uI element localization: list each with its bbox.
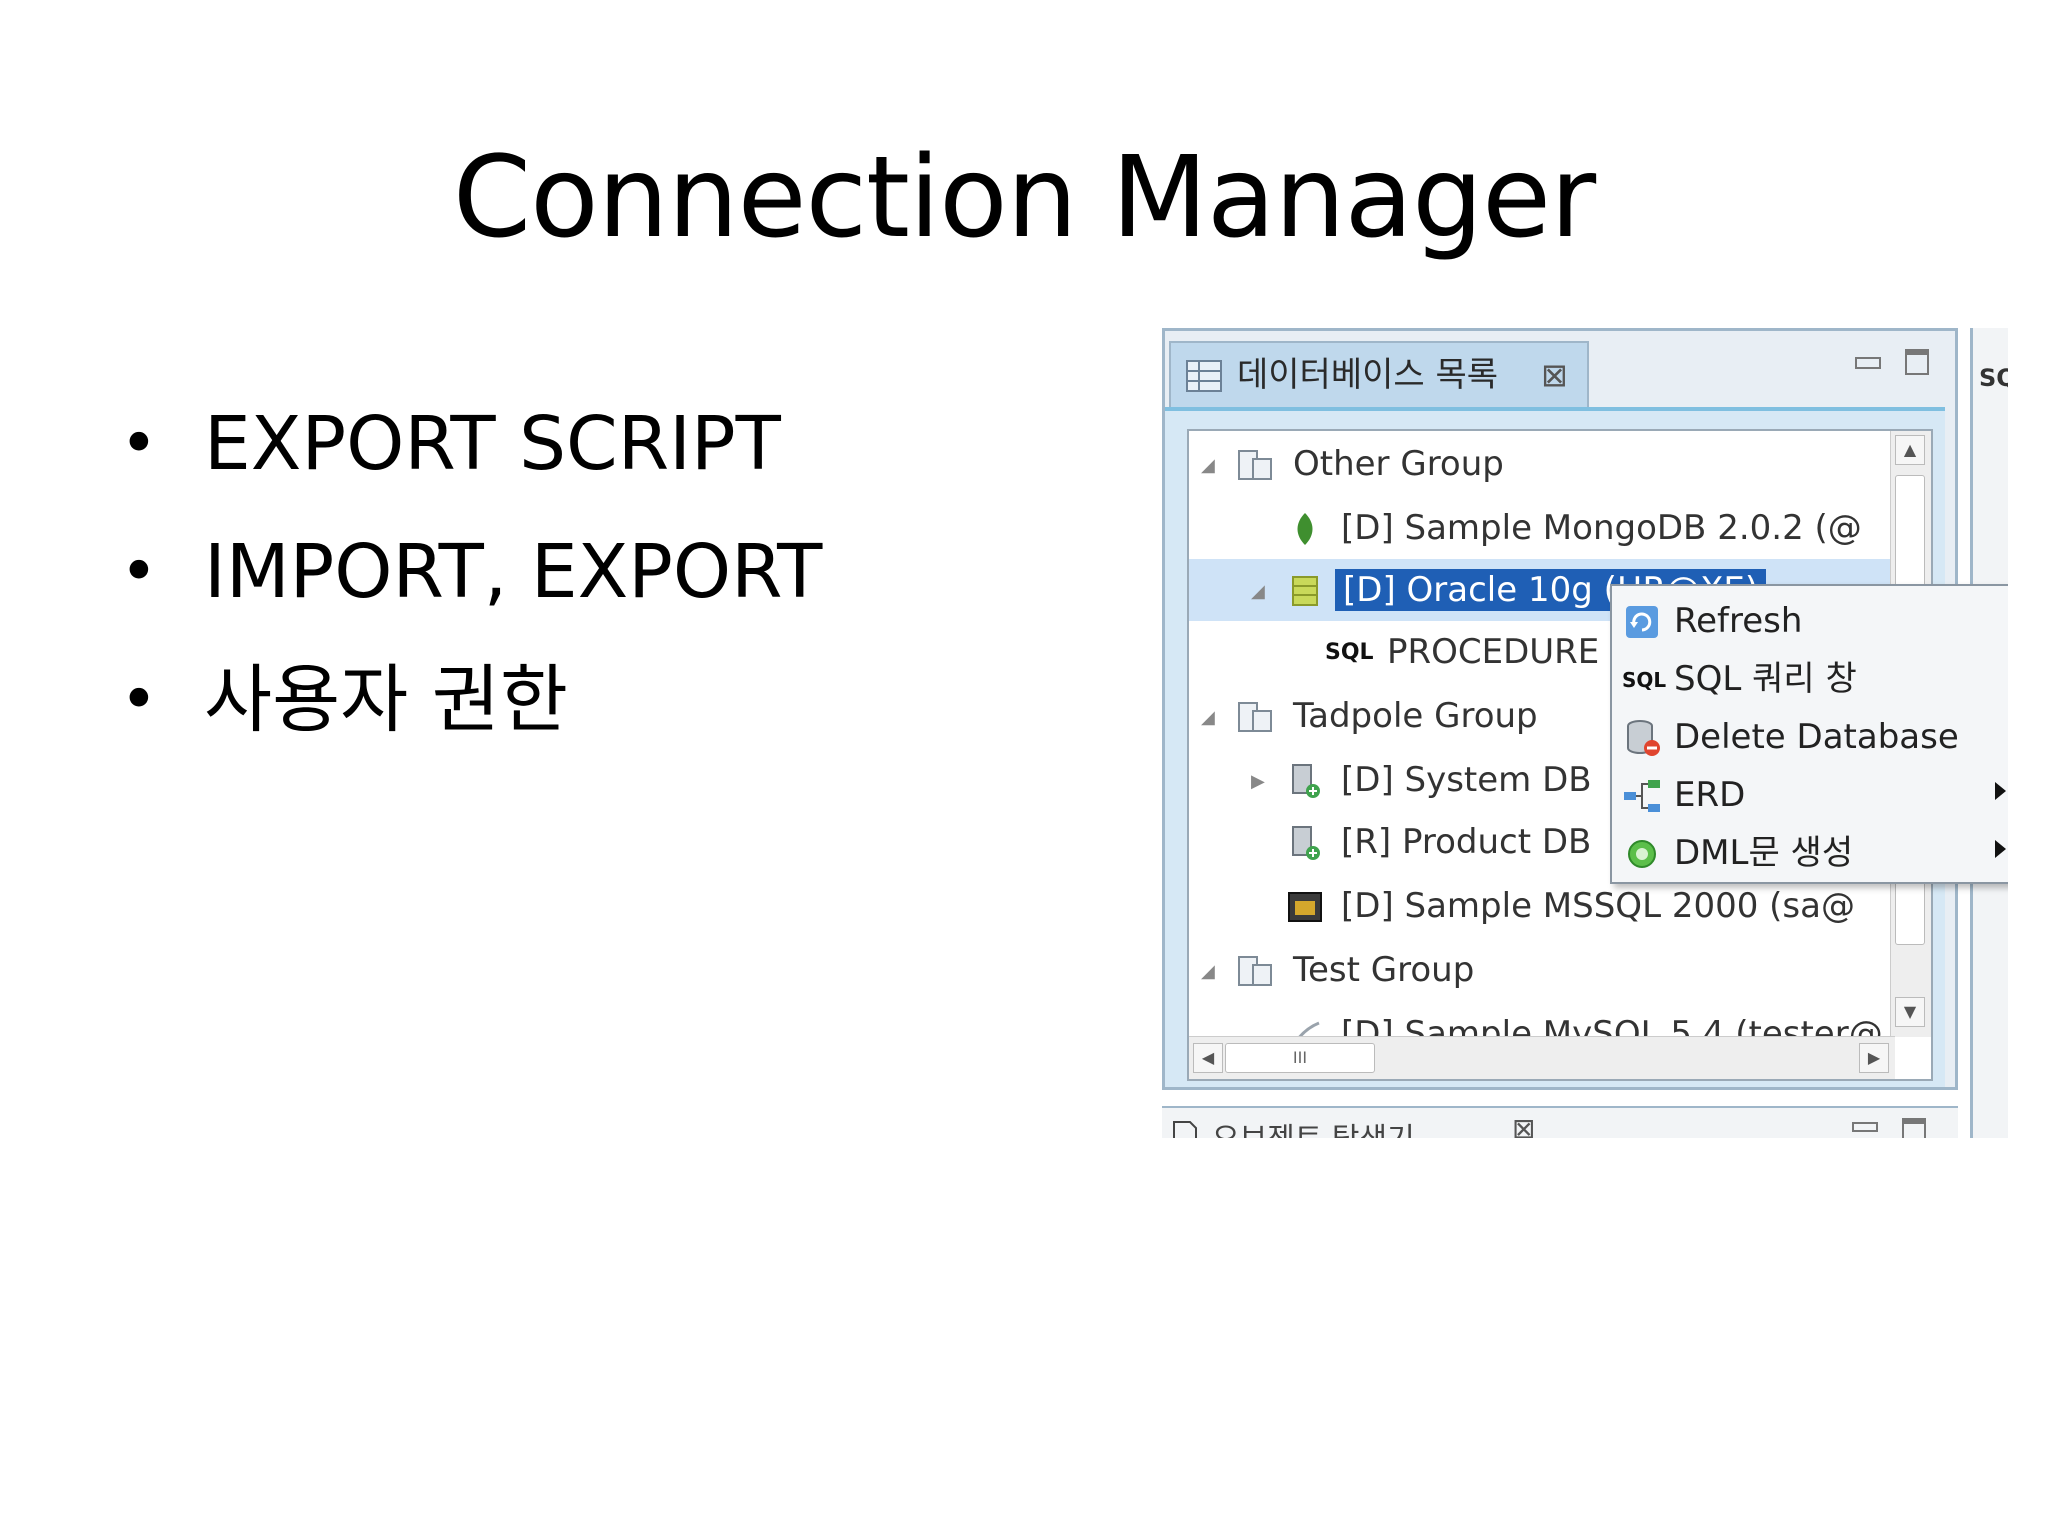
- close-icon[interactable]: ⊠: [1512, 1112, 1535, 1138]
- maximize-icon[interactable]: [1905, 349, 1929, 375]
- group-icon: [1238, 702, 1272, 732]
- bullet-list: EXPORT SCRIPT IMPORT, EXPORT 사용자 권한: [120, 380, 822, 764]
- scroll-down-icon[interactable]: ▼: [1895, 997, 1925, 1027]
- submenu-arrow-icon: [1995, 840, 2006, 858]
- tree-row-mongodb[interactable]: [D] Sample MongoDB 2.0.2 (@: [1189, 497, 1909, 559]
- erd-icon: [1624, 780, 1660, 812]
- menu-item-refresh[interactable]: Refresh: [1612, 592, 2008, 650]
- horizontal-scrollbar[interactable]: ◀ III ▶: [1189, 1036, 1895, 1079]
- menu-item-label: DML문 생성: [1674, 833, 1854, 873]
- mongodb-leaf-icon: [1297, 513, 1313, 545]
- mysql-icon: [1297, 1021, 1320, 1037]
- submenu-arrow-icon: [1995, 782, 2006, 800]
- expanded-triangle-icon[interactable]: ◢: [1201, 707, 1215, 728]
- bullet-import-export: IMPORT, EXPORT: [120, 508, 822, 636]
- menu-item-dml-generate[interactable]: DML문 생성: [1612, 824, 2008, 882]
- menu-item-label: Delete Database: [1674, 717, 1959, 757]
- sql-icon: SQL: [1622, 668, 1667, 692]
- tree-row-label: [D] Sample MySQL 5.4 (tester@: [1341, 1014, 1883, 1037]
- slide-title: Connection Manager: [452, 133, 1596, 263]
- close-icon[interactable]: ⊠: [1541, 355, 1568, 395]
- menu-item-label: ERD: [1674, 775, 1746, 815]
- bullet-user-permissions: 사용자 권한: [120, 636, 822, 764]
- tree-row-label: [D] Sample MSSQL 2000 (sa@: [1341, 886, 1855, 926]
- database-icon: [1292, 764, 1320, 798]
- tree-row-label: Tadpole Group: [1293, 696, 1538, 736]
- bullet-export-script: EXPORT SCRIPT: [120, 380, 822, 508]
- sql-editor-tab[interactable]: SQ: [1979, 364, 2008, 392]
- tree-row-mysql[interactable]: [D] Sample MySQL 5.4 (tester@: [1189, 1003, 1909, 1037]
- delete-database-icon: [1627, 720, 1660, 756]
- maximize-icon[interactable]: [1902, 1118, 1926, 1138]
- object-explorer-icon: [1173, 1121, 1197, 1138]
- tab-label: 데이터베이스 목록: [1237, 355, 1499, 395]
- app-screenshot: 데이터베이스 목록 ⊠ ◢ Other Group [D] Sample Mon…: [1162, 318, 2008, 1138]
- menu-item-label: SQL 쿼리 창: [1674, 659, 1857, 699]
- context-menu: Refresh SQL SQL 쿼리 창 Delete Database ERD: [1610, 584, 2008, 884]
- minimize-icon[interactable]: [1852, 1122, 1878, 1132]
- tree-row-other-group[interactable]: ◢ Other Group: [1189, 433, 1909, 495]
- minimize-icon[interactable]: [1855, 357, 1881, 369]
- tree-row-mssql[interactable]: [D] Sample MSSQL 2000 (sa@: [1189, 875, 1909, 937]
- tab-object-explorer[interactable]: 오브젝트 탐색기: [1212, 1114, 1415, 1138]
- tree-row-test-group[interactable]: ◢ Test Group: [1189, 939, 1909, 1001]
- tree-row-label: [D] Sample MongoDB 2.0.2 (@: [1341, 508, 1862, 548]
- dml-icon: [1628, 840, 1656, 868]
- collapsed-triangle-icon[interactable]: ▶: [1251, 771, 1265, 792]
- tree-row-label: [R] Product DB: [1341, 822, 1592, 862]
- sql-icon: SQL: [1325, 640, 1374, 665]
- scroll-left-icon[interactable]: ◀: [1193, 1043, 1223, 1073]
- oracle-db-icon: [1292, 576, 1318, 606]
- menu-item-label: Refresh: [1674, 601, 1803, 641]
- menu-item-sql-query-window[interactable]: SQL SQL 쿼리 창: [1612, 650, 2008, 708]
- horizontal-scroll-thumb[interactable]: III: [1225, 1043, 1375, 1073]
- database-list-icon: [1186, 360, 1222, 392]
- tab-database-list[interactable]: 데이터베이스 목록 ⊠: [1169, 341, 1589, 407]
- object-explorer-view: 오브젝트 탐색기 ⊠: [1162, 1106, 1958, 1138]
- scroll-up-icon[interactable]: ▲: [1895, 435, 1925, 465]
- refresh-icon: [1626, 606, 1658, 638]
- tree-row-label: Other Group: [1293, 444, 1504, 484]
- tree-row-label: Test Group: [1293, 950, 1475, 990]
- menu-item-erd[interactable]: ERD: [1612, 766, 2008, 824]
- expanded-triangle-icon[interactable]: ◢: [1251, 581, 1265, 602]
- scroll-right-icon[interactable]: ▶: [1859, 1043, 1889, 1073]
- tree-row-label: [D] System DB: [1341, 760, 1592, 800]
- database-icon: [1292, 826, 1320, 860]
- expanded-triangle-icon[interactable]: ◢: [1201, 961, 1215, 982]
- group-icon: [1238, 956, 1272, 986]
- group-icon: [1238, 450, 1272, 480]
- mssql-icon: [1288, 892, 1322, 922]
- tree-row-label: PROCEDURE: [1387, 632, 1600, 672]
- expanded-triangle-icon[interactable]: ◢: [1201, 455, 1215, 476]
- menu-item-delete-database[interactable]: Delete Database: [1612, 708, 2008, 766]
